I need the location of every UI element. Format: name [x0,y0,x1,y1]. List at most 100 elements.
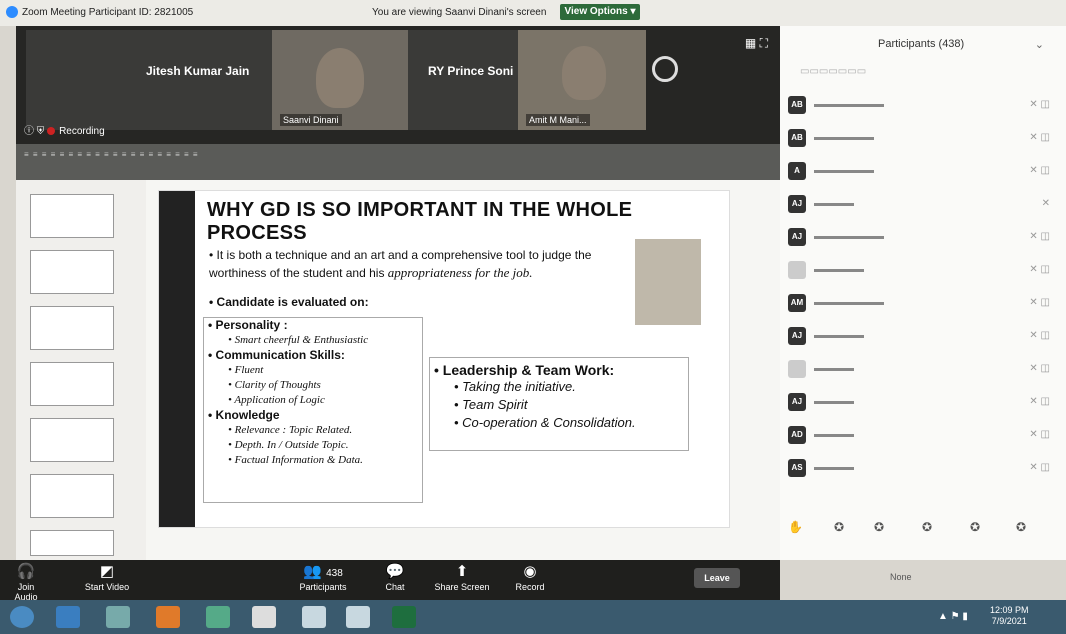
participant-name: ▬▬▬▬▬▬▬ [814,297,884,308]
slide-thumbnail[interactable] [30,250,114,294]
criteria-item: • Relevance : Topic Related. [228,424,353,436]
video-tile[interactable]: Saanvi Dinani [272,30,408,130]
recording-indicator[interactable]: ⓘ ⛨ Recording [24,122,105,137]
info-icon[interactable]: ⓘ [24,126,34,137]
reaction-icon[interactable]: ✪ [922,520,932,534]
participant-row[interactable]: AM ▬▬▬▬▬▬▬ ✕ ◫ [788,292,1058,314]
video-tile[interactable]: Jitesh Kumar Jain [26,30,272,130]
share-screen-icon: ⬆ [455,563,469,580]
participant-row[interactable]: ▬▬▬▬ ✕ ◫ [788,358,1058,380]
reaction-icon[interactable]: ✪ [834,520,844,534]
app-icon[interactable] [206,606,230,628]
shared-screen: WHY GD IS SO IMPORTANT IN THE WHOLE PROC… [16,180,780,560]
explorer-icon[interactable] [106,606,130,628]
video-tile[interactable]: RY Prince Soni [408,30,518,130]
video-tile[interactable]: Amit M Mani... [518,30,646,130]
participant-name: Jitesh Kumar Jain [146,64,250,78]
excel-icon[interactable] [392,606,416,628]
firefox-icon[interactable] [156,606,180,628]
participant-name: ▬▬▬▬▬▬▬ [814,99,884,110]
slide-thumbnail[interactable] [30,530,114,556]
mic-muted-icon: ✕ ◫ [1029,462,1050,473]
slide-thumbnails [16,180,146,560]
avatar: AJ [788,228,806,246]
criteria-item: • Smart cheerful & Enthusiastic [228,334,369,346]
join-audio-button[interactable]: 🎧 Join Audio [6,562,46,602]
avatar: AJ [788,327,806,345]
recording-label: Recording [59,126,105,137]
participant-row[interactable]: AB ▬▬▬▬▬▬▬ ✕ ◫ [788,94,1058,116]
mic-muted-icon: ✕ ◫ [1029,264,1050,275]
share-screen-label: Share Screen [434,582,490,592]
participant-label: Amit M Mani... [526,114,590,126]
participant-row[interactable]: AJ ▬▬▬▬ ✕ ◫ [788,391,1058,413]
criteria-heading: • Communication Skills: [208,348,345,362]
slide-decoration [159,191,195,527]
slide-thumbnail[interactable] [30,362,114,406]
participant-row[interactable]: A ▬▬▬▬▬▬ ✕ ◫ [788,160,1058,182]
toolbar-menu: ≡ ≡ ≡ ≡ ≡ ≡ ≡ ≡ ≡ ≡ ≡ ≡ ≡ ≡ ≡ ≡ ≡ ≡ ≡ ≡ [24,150,199,159]
participant-name: ▬▬▬▬ [814,396,854,407]
participant-row[interactable]: AJ ▬▬▬▬ ✕ [788,193,1058,215]
slide-thumbnail[interactable] [30,194,114,238]
reaction-icon[interactable]: ✪ [970,520,980,534]
participant-row[interactable]: AJ ▬▬▬▬▬▬▬ ✕ ◫ [788,226,1058,248]
participant-video [562,46,606,100]
participant-name: ▬▬▬▬▬ [814,330,864,341]
participants-button[interactable]: 👥 438 Participants [288,562,358,592]
avatar: AB [788,96,806,114]
leave-button[interactable]: Leave [694,568,740,588]
avatar: AB [788,129,806,147]
reaction-icon[interactable]: ✪ [874,520,884,534]
ie-icon[interactable] [56,606,80,628]
record-label: Record [515,582,545,592]
participants-label: Participants [299,582,347,592]
reaction-icon[interactable]: ✪ [1016,520,1026,534]
chat-button[interactable]: 💬 Chat [380,562,410,592]
avatar: AJ [788,393,806,411]
slide-thumbnail[interactable] [30,306,114,350]
clock-date: 7/9/2021 [991,616,1027,626]
avatar: A [788,162,806,180]
share-screen-button[interactable]: ⬆ Share Screen [432,562,492,592]
viewing-status: You are viewing Saanvi Dinani's screen [372,7,547,18]
mic-muted-icon: ✕ ◫ [1029,231,1050,242]
gallery-view-icon[interactable]: ▦ [745,36,756,50]
next-page-icon[interactable] [652,56,678,82]
record-button[interactable]: ◉ Record [512,562,548,592]
none-label: None [890,572,912,582]
emoji-icon[interactable]: ✋ [788,520,803,534]
presentation-toolbar: ≡ ≡ ≡ ≡ ≡ ≡ ≡ ≡ ≡ ≡ ≡ ≡ ≡ ≡ ≡ ≡ ≡ ≡ ≡ ≡ [16,144,780,180]
participant-name: ▬▬▬▬▬▬ [814,165,874,176]
zoom-taskbar-icon[interactable] [346,606,370,628]
chrome-icon[interactable] [252,606,276,628]
criteria-heading: • Personality : [208,318,288,332]
participant-row[interactable]: AS ▬▬▬▬ ✕ ◫ [788,457,1058,479]
current-slide: WHY GD IS SO IMPORTANT IN THE WHOLE PROC… [158,190,730,528]
title-bar: Zoom Meeting Participant ID: 2821005 You… [0,0,1066,26]
security-icon[interactable]: ⛨ [37,126,45,137]
avatar: AS [788,459,806,477]
participant-row[interactable]: AB ▬▬▬▬▬▬ ✕ ◫ [788,127,1058,149]
slide-thumbnail[interactable] [30,418,114,462]
mic-muted-icon: ✕ ◫ [1029,330,1050,341]
clock-time: 12:09 PM [990,605,1029,615]
record-dot-icon [47,127,56,136]
avatar: AM [788,294,806,312]
participant-name: ▬▬▬▬▬▬ [814,132,874,143]
view-options-button[interactable]: View Options ▾ [560,4,640,20]
panel-dropdown-icon[interactable]: ⌄ [1035,38,1044,51]
app-icon[interactable] [302,606,326,628]
video-strip: Jitesh Kumar Jain Saanvi Dinani RY Princ… [16,26,780,144]
start-button[interactable] [10,606,34,628]
mic-muted-icon: ✕ ◫ [1029,429,1050,440]
fullscreen-icon[interactable]: ⛶ [760,36,768,50]
start-video-button[interactable]: ◩ Start Video [82,562,132,592]
clock[interactable]: 12:09 PM 7/9/2021 [990,605,1029,627]
system-tray[interactable]: ▲ ⚑ ▮ [938,611,968,622]
participant-row[interactable]: ▬▬▬▬▬ ✕ ◫ [788,259,1058,281]
slide-thumbnail[interactable] [30,474,114,518]
participant-row[interactable]: AJ ▬▬▬▬▬ ✕ ◫ [788,325,1058,347]
participant-search[interactable]: ▭▭▭▭▭▭▭ [800,66,866,77]
participant-row[interactable]: AD ▬▬▬▬ ✕ ◫ [788,424,1058,446]
